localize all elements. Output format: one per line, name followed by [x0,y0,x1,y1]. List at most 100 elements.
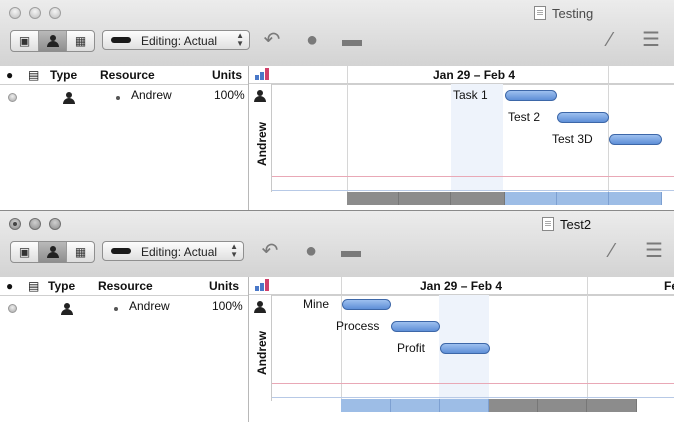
load-segment [440,399,489,412]
editing-label: Editing: Actual [141,245,218,259]
load-segment [399,192,451,205]
comment-icon: ● [6,68,14,82]
task-label: Process [336,319,380,333]
level-icon[interactable]: ▬ [338,28,366,52]
column-header-type[interactable]: Type [48,279,75,293]
zoom-button[interactable] [49,218,61,230]
resource-units[interactable]: 100% [212,299,243,313]
resource-name[interactable]: Andrew [131,88,172,102]
inspector-icon[interactable]: ☰ [637,28,665,52]
gantt-chart: Jan 29 – Feb 4 Andrew Task 1 Test 2 Test… [249,66,674,210]
calendar-view-button[interactable]: ▦ [67,31,94,51]
editing-baseline-popup[interactable]: Editing: Actual ▲ ▼ [102,30,250,50]
column-header-type[interactable]: Type [50,68,77,82]
capacity-line [272,176,674,177]
toolbar: Test2 ▣ ▦ Editing: Actual ▲ ▼ ↶ ● ▬ ⁄ ☰ [0,211,674,278]
connect-icon[interactable]: ⁄ [596,28,624,52]
baseline-swatch [111,37,131,43]
task-bar[interactable] [440,343,490,354]
assign-icon[interactable]: ● [297,239,325,263]
task-view-button[interactable]: ▣ [11,242,39,262]
person-icon [63,92,75,104]
connect-icon[interactable]: ⁄ [598,239,626,263]
column-header-resource[interactable]: Resource [100,68,155,82]
calendar-view-button[interactable]: ▦ [67,242,94,262]
chevron-updown-icon: ▲ ▼ [236,31,244,48]
load-segment [538,399,587,412]
view-mode-segmented-control[interactable]: ▣ ▦ [10,30,95,52]
header-divider [249,83,674,84]
bullet-icon [114,307,118,311]
task-bar[interactable] [505,90,557,101]
status-icon [8,304,17,313]
bullet-icon [116,96,120,100]
split-icon[interactable]: ↶ [258,28,286,52]
load-segment [451,192,505,205]
close-button[interactable] [9,7,21,19]
task-label: Profit [397,341,426,355]
task-view-button[interactable]: ▣ [11,31,39,51]
task-view-icon: ▣ [18,34,31,48]
editing-label: Editing: Actual [141,34,218,48]
document-icon [542,217,554,231]
task-bar[interactable] [391,321,440,332]
resource-lane-label: Andrew [255,330,269,375]
document-icon [534,6,546,20]
gridline [608,66,609,192]
window-title: Testing [534,6,593,22]
date-range-header-next: Fe [664,279,674,293]
inspector-icon[interactable]: ☰ [640,239,668,263]
task-bar[interactable] [557,112,609,123]
grid-icon: ▦ [74,245,87,259]
resource-units[interactable]: 100% [214,88,245,102]
column-header-resource[interactable]: Resource [98,279,153,293]
minimize-button[interactable] [29,7,41,19]
resource-view-button[interactable] [39,31,67,51]
resource-lane-label: Andrew [255,121,269,166]
load-segment [347,192,399,205]
load-segment [557,192,609,205]
resource-name[interactable]: Andrew [129,299,170,313]
baseline-line [272,190,674,191]
grid-icon: ▦ [74,34,87,48]
column-header-units[interactable]: Units [209,279,239,293]
close-button[interactable] [9,218,21,230]
task-label: Task 1 [453,88,488,102]
task-label: Test 2 [508,110,541,124]
resource-view-button[interactable] [39,242,67,262]
window-testing: Testing ▣ ▦ Editing: Actual ▲ ▼ ↶ ● ▬ ⁄ ☰… [0,0,674,210]
zoom-button[interactable] [49,7,61,19]
table-row[interactable]: Andrew 100% [0,86,248,106]
task-view-icon: ▣ [18,245,31,259]
task-label: Mine [303,297,330,311]
comment-icon: ● [6,279,14,293]
task-bar[interactable] [609,134,662,145]
table-row[interactable]: Andrew 100% [0,297,248,317]
split-icon[interactable]: ↶ [256,239,284,263]
editing-baseline-popup[interactable]: Editing: Actual ▲ ▼ [102,241,244,261]
assign-icon[interactable]: ● [298,28,326,52]
load-segment [587,399,637,412]
date-range-header: Jan 29 – Feb 4 [433,68,516,82]
view-mode-segmented-control[interactable]: ▣ ▦ [10,241,95,263]
chart-bars-icon[interactable] [255,68,271,80]
level-icon[interactable]: ▬ [337,239,365,263]
capacity-line [272,383,674,384]
header-divider [249,294,674,295]
task-label: Test 3D [552,132,593,146]
gridline [347,66,348,192]
load-segment [391,399,440,412]
baseline-swatch [111,248,131,254]
column-header-units[interactable]: Units [212,68,242,82]
toolbar: Testing ▣ ▦ Editing: Actual ▲ ▼ ↶ ● ▬ ⁄ ☰ [0,0,674,67]
load-segment [505,192,557,205]
date-range-header: Jan 29 – Feb 4 [420,279,503,293]
chevron-updown-icon: ▲ ▼ [230,242,238,259]
person-icon [254,301,266,313]
status-icon [8,93,17,102]
minimize-button[interactable] [29,218,41,230]
load-segment [341,399,391,412]
chart-bars-icon[interactable] [255,279,271,291]
window-test2: Test2 ▣ ▦ Editing: Actual ▲ ▼ ↶ ● ▬ ⁄ ☰ ●… [0,210,674,422]
task-bar[interactable] [342,299,391,310]
